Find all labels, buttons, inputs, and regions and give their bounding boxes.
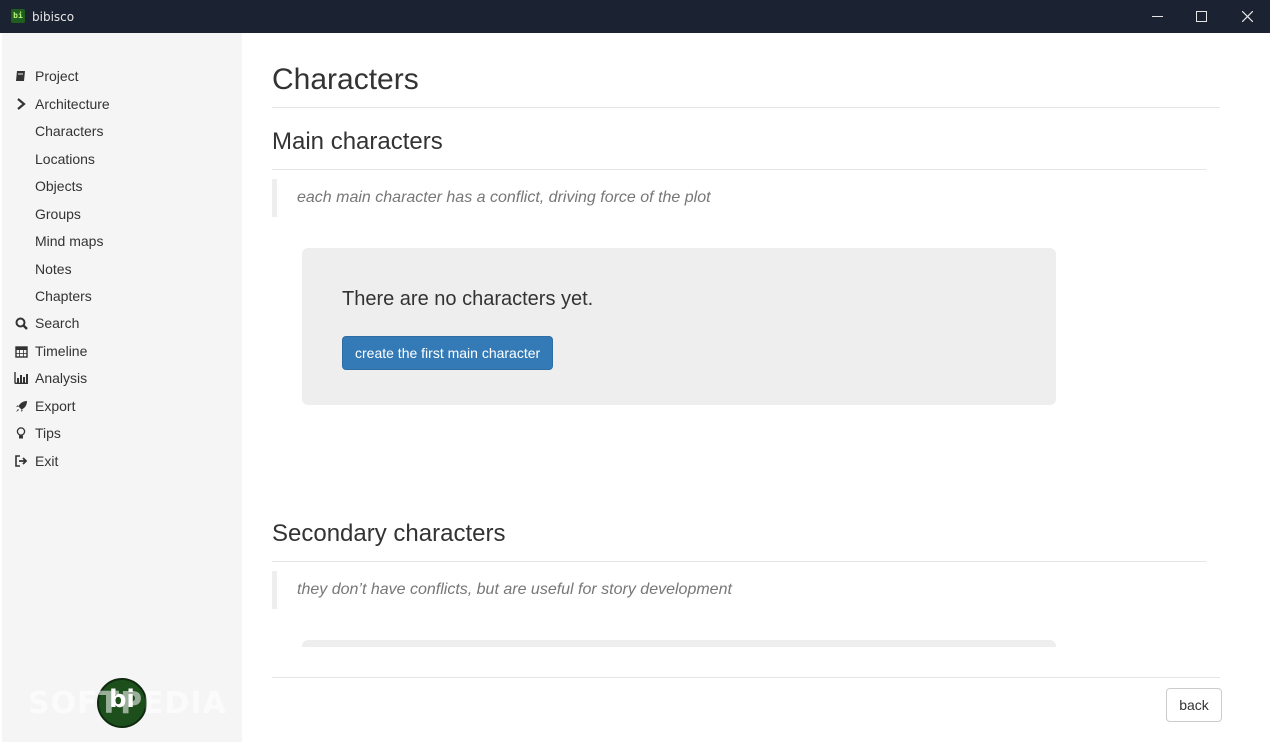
page-title: Characters [272, 63, 419, 96]
close-button[interactable] [1224, 0, 1270, 33]
sidebar-item-label: Search [35, 315, 80, 331]
bar-chart-icon [14, 371, 28, 385]
sidebar-item-label: Notes [35, 261, 72, 277]
sidebar-item-analysis[interactable]: Analysis [2, 367, 240, 389]
sidebar-item-characters[interactable]: Characters [2, 120, 240, 142]
sidebar-item-label: Exit [35, 453, 59, 469]
secondary-characters-quote: they don’t have conflicts, but are usefu… [272, 571, 772, 609]
main-content: Characters Main characters each main cha… [242, 33, 1270, 742]
sidebar-item-label: Groups [35, 206, 81, 222]
sidebar-item-locations[interactable]: Locations [2, 148, 240, 170]
search-icon [14, 316, 28, 330]
sidebar-item-groups[interactable]: Groups [2, 203, 240, 225]
calendar-icon [14, 344, 28, 358]
sidebar-item-architecture[interactable]: Architecture [2, 93, 240, 115]
minimize-button[interactable] [1134, 0, 1180, 33]
lightbulb-icon [14, 426, 28, 440]
sidebar-item-tips[interactable]: Tips [2, 422, 240, 444]
title-bar: bi bibisco [0, 0, 1270, 33]
characters-scroll-area[interactable]: Main characters each main character has … [272, 123, 1220, 647]
empty-characters-panel: There are no characters yet. create the … [302, 248, 1056, 405]
sidebar-item-label: Locations [35, 151, 95, 167]
title-divider [272, 107, 1220, 108]
sidebar-item-export[interactable]: Export [2, 395, 240, 417]
footer-divider [272, 677, 1220, 678]
empty-message: There are no characters yet. [342, 288, 594, 310]
create-main-character-button[interactable]: create the first main character [342, 336, 554, 370]
sidebar-item-label: Characters [35, 123, 104, 139]
rocket-icon [14, 399, 28, 413]
sidebar-item-label: Chapters [35, 288, 92, 304]
section-divider [272, 561, 1206, 562]
quote-text: each main character has a conflict, driv… [297, 189, 711, 206]
sidebar-item-search[interactable]: Search [2, 312, 240, 334]
sign-out-icon [14, 454, 28, 468]
secondary-characters-title: Secondary characters [272, 520, 506, 547]
section-divider [272, 169, 1206, 170]
sidebar-item-label: Analysis [35, 370, 88, 386]
close-icon [1241, 11, 1253, 22]
sidebar-item-timeline[interactable]: Timeline [2, 340, 240, 362]
book-icon [14, 69, 28, 83]
sidebar-item-objects[interactable]: Objects [2, 175, 240, 197]
sidebar-item-label: Objects [35, 178, 83, 194]
maximize-icon [1195, 11, 1207, 22]
sidebar-item-label: Mind maps [35, 233, 104, 249]
sidebar-item-label: Architecture [35, 96, 110, 112]
sidebar-item-mind-maps[interactable]: Mind maps [2, 230, 240, 252]
sidebar-item-chapters[interactable]: Chapters [2, 285, 240, 307]
maximize-button[interactable] [1178, 0, 1224, 33]
sidebar-item-label: Timeline [35, 343, 88, 359]
secondary-characters-panel [302, 640, 1056, 647]
sidebar-item-label: Export [35, 398, 76, 414]
sidebar-item-notes[interactable]: Notes [2, 258, 240, 280]
sidebar-item-label: Tips [35, 425, 61, 441]
main-characters-title: Main characters [272, 128, 443, 155]
chevron-right-icon [14, 97, 28, 111]
main-characters-quote: each main character has a conflict, driv… [272, 179, 772, 217]
back-button[interactable]: back [1166, 688, 1222, 722]
sidebar-item-label: Project [35, 68, 79, 84]
sidebar: Project Architecture Characters Location… [2, 33, 242, 742]
sidebar-item-project[interactable]: Project [2, 65, 240, 87]
app-icon: bi [11, 9, 25, 23]
window-title: bibisco [32, 10, 75, 24]
sidebar-item-exit[interactable]: Exit [2, 450, 240, 472]
watermark: SOFTPEDIA [28, 686, 227, 721]
quote-text: they don’t have conflicts, but are usefu… [297, 581, 732, 598]
minimize-icon [1151, 16, 1163, 17]
